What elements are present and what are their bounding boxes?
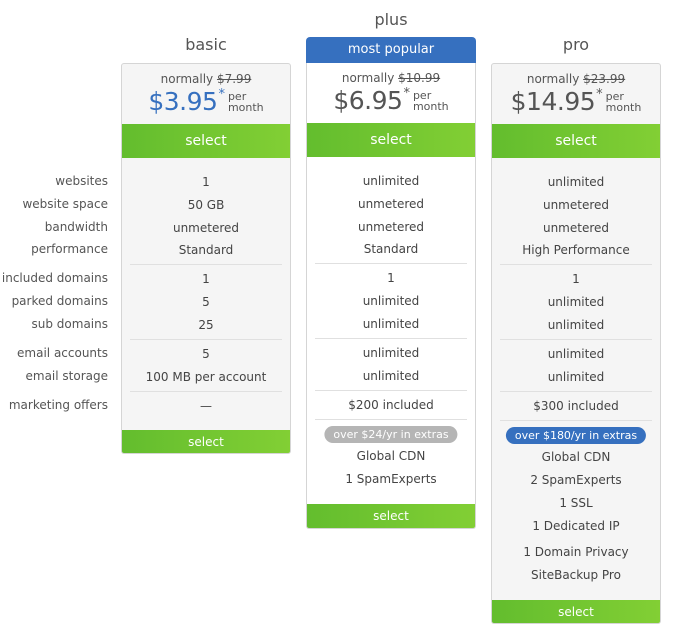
- label-website-space: website space: [22, 197, 108, 211]
- select-button-top[interactable]: select: [492, 124, 660, 158]
- divider: [315, 338, 467, 339]
- price-period: per month: [412, 89, 449, 113]
- extra-item: Global CDN: [356, 449, 426, 463]
- divider: [130, 264, 282, 265]
- extra-item: SiteBackup Pro: [531, 568, 621, 582]
- divider: [500, 264, 652, 265]
- divider: [130, 391, 282, 392]
- value-email-accounts: unlimited: [547, 347, 605, 361]
- value-website-space: unmetered: [542, 198, 610, 212]
- extra-item: 1 Dedicated IP: [532, 519, 620, 533]
- extra-item: 1 SpamExperts: [345, 472, 437, 486]
- select-button-top[interactable]: select: [122, 124, 290, 158]
- value-email-accounts: 5: [202, 347, 210, 361]
- label-marketing-offers: marketing offers: [8, 398, 108, 412]
- label-bandwidth: bandwidth: [44, 220, 108, 234]
- price: $3.95: [148, 87, 218, 116]
- plan-card: normally $23.99 $14.95 * per month select…: [491, 63, 661, 624]
- price-row: $14.95 * per month: [492, 88, 660, 116]
- value-sub-domains: unlimited: [362, 317, 420, 331]
- plan-name: plus: [374, 10, 408, 29]
- value-parked-domains: 5: [202, 295, 210, 309]
- extra-item: 1 SSL: [559, 496, 593, 510]
- value-performance: Standard: [178, 243, 234, 257]
- value-email-storage: unlimited: [547, 370, 605, 384]
- price-row: $3.95 * per month: [122, 88, 290, 116]
- divider: [500, 391, 652, 392]
- extras-badge: over $24/yr in extras: [324, 426, 458, 443]
- price-row: $6.95 * per month: [307, 87, 475, 115]
- label-included-domains: included domains: [1, 271, 108, 285]
- value-sub-domains: unlimited: [547, 318, 605, 332]
- divider: [500, 420, 652, 421]
- value-websites: unlimited: [362, 174, 420, 188]
- value-marketing-offers: $300 included: [533, 399, 619, 413]
- value-bandwidth: unmetered: [357, 220, 425, 234]
- divider: [500, 339, 652, 340]
- price: $6.95: [333, 86, 403, 115]
- label-parked-domains: parked domains: [11, 294, 108, 308]
- label-performance: performance: [31, 242, 108, 256]
- divider: [315, 263, 467, 264]
- plan-name: pro: [562, 35, 590, 54]
- divider: [315, 419, 467, 420]
- price: $14.95: [510, 87, 596, 116]
- value-websites: unlimited: [547, 175, 605, 189]
- value-included-domains: 1: [387, 271, 395, 285]
- select-button-bottom[interactable]: select: [307, 504, 475, 528]
- original-price: normally $10.99: [341, 71, 441, 85]
- label-sub-domains: sub domains: [31, 317, 108, 331]
- divider: [315, 390, 467, 391]
- price-period: per month: [605, 90, 642, 114]
- value-sub-domains: 25: [198, 318, 214, 332]
- label-email-storage: email storage: [25, 369, 109, 383]
- value-email-storage: unlimited: [362, 369, 420, 383]
- label-websites: websites: [55, 174, 108, 188]
- value-bandwidth: unmetered: [172, 221, 240, 235]
- plan-card: normally $10.99 $6.95 * per month select …: [306, 63, 476, 529]
- asterisk: *: [218, 87, 225, 102]
- asterisk: *: [596, 87, 603, 102]
- value-email-storage: 100 MB per account: [145, 370, 267, 384]
- select-button-top[interactable]: select: [307, 123, 475, 157]
- asterisk: *: [403, 86, 410, 101]
- value-performance: High Performance: [522, 243, 630, 257]
- value-marketing-offers: —: [200, 399, 212, 413]
- value-website-space: unmetered: [357, 197, 425, 211]
- label-email-accounts: email accounts: [17, 346, 108, 360]
- value-bandwidth: unmetered: [542, 221, 610, 235]
- plan-card: normally $7.99 $3.95 * per month select 1…: [121, 63, 291, 454]
- value-website-space: 50 GB: [187, 198, 225, 212]
- select-button-bottom[interactable]: select: [492, 600, 660, 623]
- value-parked-domains: unlimited: [362, 294, 420, 308]
- extra-item: Global CDN: [541, 450, 611, 464]
- plan-name: basic: [185, 35, 227, 54]
- value-included-domains: 1: [572, 272, 580, 286]
- select-button-bottom[interactable]: select: [122, 430, 290, 453]
- extra-item: 2 SpamExperts: [530, 473, 622, 487]
- divider: [130, 339, 282, 340]
- extra-item: 1 Domain Privacy: [523, 545, 629, 559]
- price-period: per month: [227, 90, 264, 114]
- value-marketing-offers: $200 included: [348, 398, 434, 412]
- value-parked-domains: unlimited: [547, 295, 605, 309]
- original-price: normally $7.99: [160, 72, 252, 86]
- most-popular-badge: most popular: [306, 37, 476, 63]
- original-price: normally $23.99: [526, 72, 626, 86]
- value-included-domains: 1: [202, 272, 210, 286]
- value-websites: 1: [202, 175, 210, 189]
- value-performance: Standard: [363, 242, 419, 256]
- value-email-accounts: unlimited: [362, 346, 420, 360]
- extras-badge: over $180/yr in extras: [505, 427, 647, 444]
